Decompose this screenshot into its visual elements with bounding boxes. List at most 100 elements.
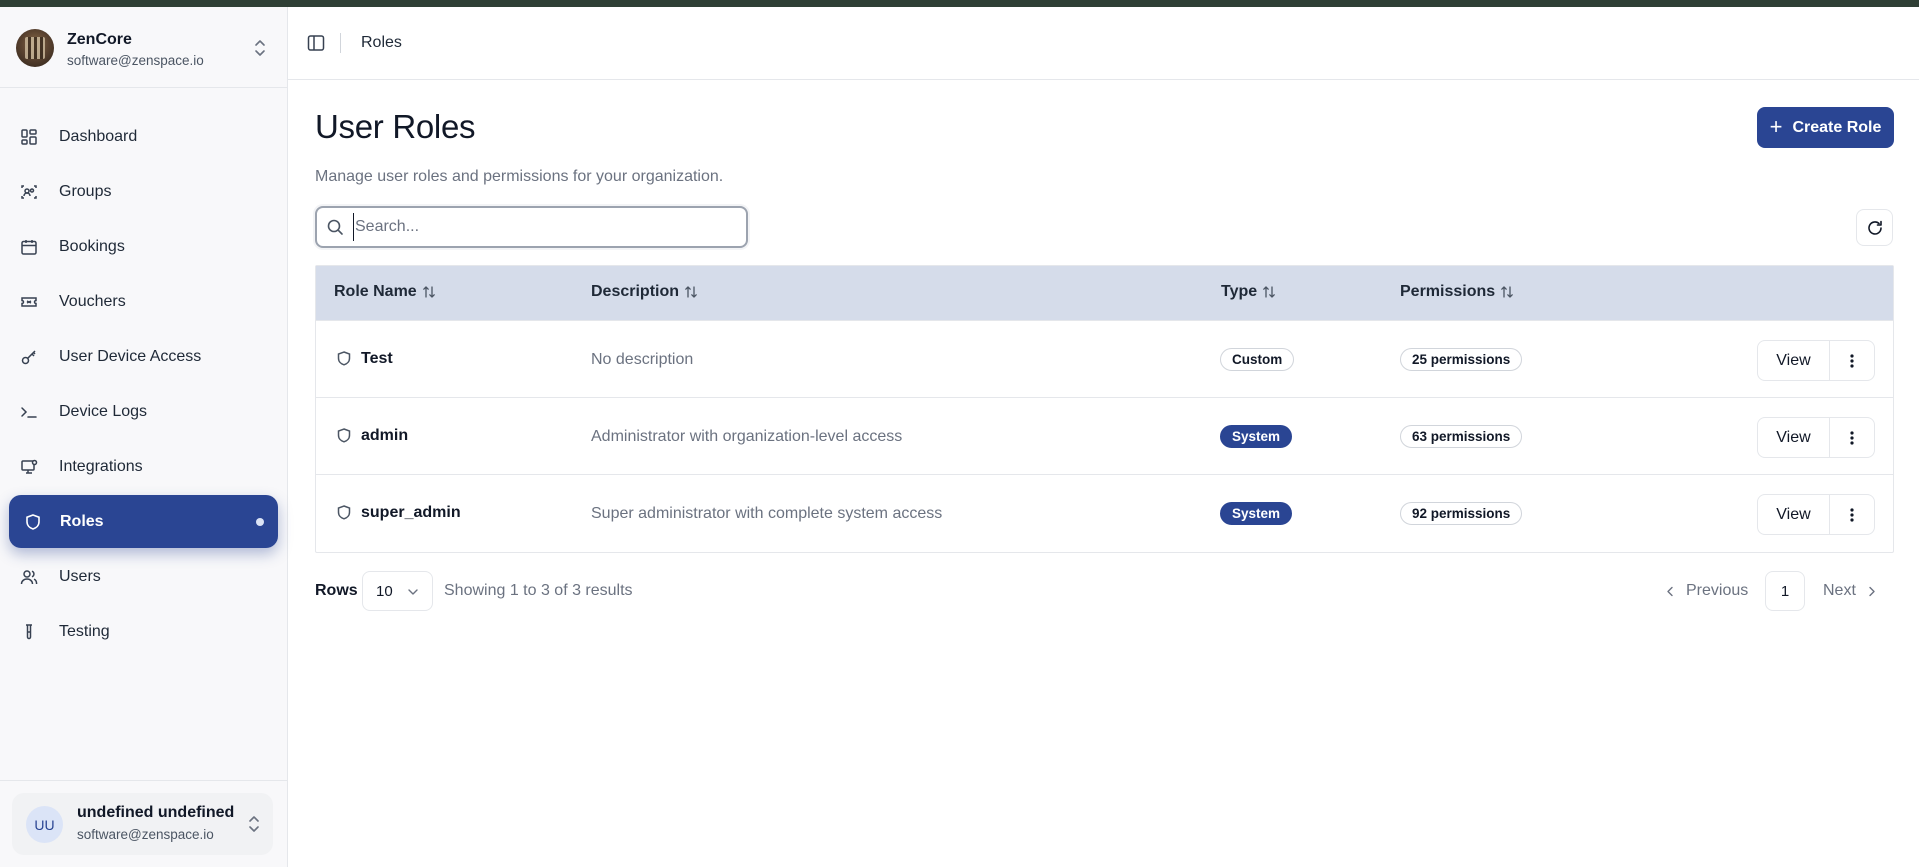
search-icon — [327, 219, 343, 235]
org-switcher[interactable]: ZenCore software@zenspace.io — [0, 7, 287, 88]
sort-icon — [422, 286, 435, 298]
page-subtitle: Manage user roles and permissions for yo… — [315, 168, 724, 185]
sidebar: ZenCore software@zenspace.io Dashboard G… — [0, 7, 288, 867]
column-header-role-name[interactable]: Role Name — [334, 283, 436, 301]
top-header: Roles — [288, 7, 1919, 80]
view-button[interactable]: View — [1757, 494, 1830, 535]
more-vertical-icon — [1850, 507, 1854, 522]
sidebar-item-label: Vouchers — [59, 292, 126, 310]
column-label: Permissions — [1400, 283, 1496, 300]
sidebar-item-label: Testing — [59, 622, 110, 640]
org-email: software@zenspace.io — [67, 53, 204, 68]
test-tube-icon — [20, 623, 38, 641]
plus-icon: + — [1769, 113, 1783, 139]
monitor-icon — [20, 458, 38, 476]
column-label: Role Name — [334, 283, 417, 300]
user-email: software@zenspace.io — [77, 827, 214, 842]
column-header-permissions[interactable]: Permissions — [1400, 283, 1514, 301]
shield-icon — [24, 513, 42, 531]
refresh-button[interactable] — [1856, 209, 1893, 246]
row-actions-button[interactable] — [1830, 494, 1875, 535]
sidebar-item-user-device-access[interactable]: User Device Access — [9, 330, 278, 383]
create-role-label: Create Role — [1792, 118, 1882, 136]
create-role-button[interactable]: + Create Role — [1757, 107, 1894, 148]
view-button[interactable]: View — [1757, 340, 1830, 381]
table-header: Role Name Description Type Permissions — [316, 266, 1893, 320]
more-vertical-icon — [1850, 353, 1854, 368]
sidebar-item-label: Users — [59, 567, 101, 585]
sidebar-item-label: Integrations — [59, 457, 143, 475]
sidebar-item-users[interactable]: Users — [9, 550, 278, 603]
more-vertical-icon — [1850, 430, 1854, 445]
shield-icon — [337, 505, 351, 520]
terminal-icon — [20, 403, 38, 421]
table-row[interactable]: admin Administrator with organization-le… — [316, 397, 1893, 474]
sort-icon — [1263, 286, 1276, 298]
role-description: No description — [591, 351, 694, 368]
results-summary: Showing 1 to 3 of 3 results — [444, 582, 633, 599]
permissions-badge: 63 permissions — [1400, 425, 1523, 448]
dashboard-icon — [20, 128, 38, 146]
roles-table: Role Name Description Type Permissions T… — [315, 265, 1894, 553]
column-header-type[interactable]: Type — [1221, 283, 1276, 301]
chevrons-up-down-icon[interactable] — [252, 37, 268, 59]
next-page-button[interactable]: Next — [1823, 582, 1878, 600]
sidebar-item-label: Dashboard — [59, 127, 138, 145]
chevron-left-icon — [1667, 586, 1673, 596]
page-title: User Roles — [315, 108, 476, 145]
role-description: Administrator with organization-level ac… — [591, 428, 903, 445]
org-avatar — [16, 29, 54, 67]
view-button[interactable]: View — [1757, 417, 1830, 458]
row-actions-button[interactable] — [1830, 340, 1875, 381]
key-icon — [20, 348, 38, 366]
previous-label: Previous — [1686, 582, 1749, 599]
shield-icon — [337, 351, 351, 366]
permissions-badge: 92 permissions — [1400, 502, 1523, 525]
search-input[interactable] — [353, 213, 733, 241]
breadcrumb: Roles — [361, 34, 402, 51]
chevrons-up-down-icon[interactable] — [246, 813, 262, 835]
role-name: admin — [361, 427, 409, 444]
sidebar-item-label: Roles — [60, 512, 104, 530]
sidebar-item-dashboard[interactable]: Dashboard — [9, 110, 278, 163]
page-number-button[interactable]: 1 — [1765, 571, 1805, 611]
role-name: super_admin — [361, 504, 461, 521]
sidebar-item-groups[interactable]: Groups — [9, 165, 278, 218]
chevron-right-icon — [1869, 586, 1875, 596]
rows-per-page-select[interactable]: 10 — [362, 571, 433, 611]
rows-per-page-label: Rows — [315, 582, 358, 599]
sidebar-item-roles[interactable]: Roles — [9, 495, 278, 548]
sidebar-item-label: Bookings — [59, 237, 125, 255]
type-badge: System — [1220, 425, 1293, 448]
user-card[interactable]: UU undefined undefined software@zenspace… — [12, 793, 273, 855]
column-label: Type — [1221, 283, 1258, 300]
column-header-description[interactable]: Description — [591, 283, 698, 301]
sidebar-item-testing[interactable]: Testing — [9, 605, 278, 658]
table-row[interactable]: Test No description Custom 25 permission… — [316, 320, 1893, 397]
sort-icon — [1501, 286, 1514, 298]
search-box[interactable] — [315, 206, 748, 248]
org-name: ZenCore — [67, 31, 132, 48]
ticket-icon — [20, 293, 38, 311]
users-icon — [20, 568, 38, 586]
permissions-badge: 25 permissions — [1400, 348, 1523, 371]
user-menu[interactable]: UU undefined undefined software@zenspace… — [0, 780, 287, 867]
sidebar-item-bookings[interactable]: Bookings — [9, 220, 278, 273]
header-divider — [340, 33, 341, 53]
refresh-icon — [1867, 220, 1882, 235]
row-actions-button[interactable] — [1830, 417, 1875, 458]
role-description: Super administrator with complete system… — [591, 505, 943, 522]
next-label: Next — [1823, 582, 1856, 599]
sidebar-item-label: Groups — [59, 182, 112, 200]
column-label: Description — [591, 283, 680, 300]
previous-page-button[interactable]: Previous — [1664, 582, 1748, 600]
sidebar-item-label: Device Logs — [59, 402, 148, 420]
sort-icon — [685, 286, 697, 298]
sidebar-toggle-icon[interactable] — [306, 33, 326, 53]
type-badge: Custom — [1220, 348, 1295, 371]
avatar: UU — [26, 806, 63, 843]
sidebar-item-device-logs[interactable]: Device Logs — [9, 385, 278, 438]
sidebar-item-integrations[interactable]: Integrations — [9, 440, 278, 493]
sidebar-item-vouchers[interactable]: Vouchers — [9, 275, 278, 328]
table-row[interactable]: super_admin Super administrator with com… — [316, 474, 1893, 551]
